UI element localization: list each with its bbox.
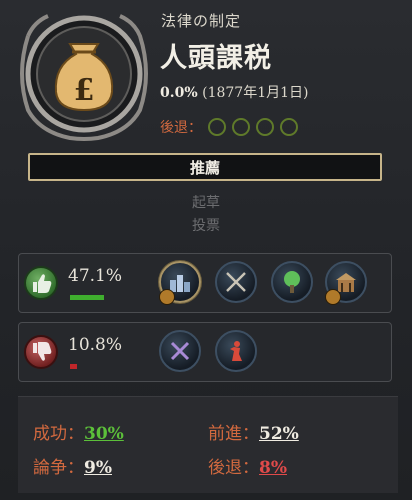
- group-petite-bourgeoisie[interactable]: [215, 330, 257, 372]
- crossed-swords-icon: [226, 272, 246, 292]
- regress-circle: [280, 118, 298, 136]
- law-panel: £ 法律の制定 人頭課税 0.0% (1877年1月1日) 後退： 推薦 起草 …: [0, 0, 412, 500]
- opposers-bar: [70, 364, 77, 369]
- regress-circle: [208, 118, 226, 136]
- svg-text:£: £: [74, 73, 95, 108]
- group-armed-forces[interactable]: [215, 261, 257, 303]
- law-progress-percent: 0.0%: [160, 85, 198, 101]
- group-trade-unions[interactable]: [159, 330, 201, 372]
- leader-badge-icon: [325, 289, 341, 305]
- money-bag-pound-icon: £: [20, 14, 148, 141]
- stage-drafting: 起草: [192, 195, 220, 211]
- group-rural-folk[interactable]: [271, 261, 313, 303]
- thumbs-up-icon: [24, 266, 58, 300]
- thumbs-down-icon: [24, 335, 58, 369]
- supporters-percent: 47.1%: [68, 266, 123, 286]
- stat-regress-value: 8%: [259, 458, 287, 478]
- regress-label: 後退：: [160, 120, 202, 136]
- law-emblem: £: [10, 6, 158, 142]
- stat-advance-value: 52%: [259, 424, 299, 444]
- stat-advance: 前進：52%: [208, 419, 299, 444]
- stat-success-label: 成功：: [33, 424, 84, 444]
- supporters-group: 47.1%: [18, 253, 392, 313]
- stat-regress-label: 後退：: [208, 458, 259, 478]
- regress-circle: [256, 118, 274, 136]
- law-category: 法律の制定: [161, 12, 242, 30]
- group-industrialists[interactable]: [159, 261, 201, 305]
- stat-debate-value: 9%: [84, 458, 112, 478]
- stat-advance-label: 前進：: [208, 424, 259, 444]
- stage-active: 推薦: [28, 153, 382, 181]
- stat-regress: 後退：8%: [208, 453, 287, 478]
- stat-debate-label: 論争：: [33, 458, 84, 478]
- law-date: (1877年1月1日): [202, 85, 309, 101]
- leader-badge-icon: [159, 289, 175, 305]
- stat-debate: 論争：9%: [33, 453, 112, 478]
- regress-circle: [232, 118, 250, 136]
- law-title: 人頭課税: [160, 43, 272, 74]
- law-progress-line: 0.0% (1877年1月1日): [160, 82, 309, 102]
- red-figure-icon: [230, 341, 242, 361]
- stat-success-value: 30%: [84, 424, 124, 444]
- stats-section: 成功：30% 前進：52% 論争：9% 後退：8%: [18, 396, 398, 493]
- stage-voting: 投票: [192, 218, 220, 234]
- regress-indicator: 後退：: [160, 117, 298, 137]
- supporters-bar: [70, 295, 104, 300]
- group-landowners[interactable]: [325, 261, 367, 305]
- stat-success: 成功：30%: [33, 419, 124, 444]
- tree-icon: [284, 271, 300, 293]
- opposers-group: 10.8%: [18, 322, 392, 382]
- opposers-percent: 10.8%: [68, 335, 123, 355]
- hammers-icon: [170, 341, 190, 361]
